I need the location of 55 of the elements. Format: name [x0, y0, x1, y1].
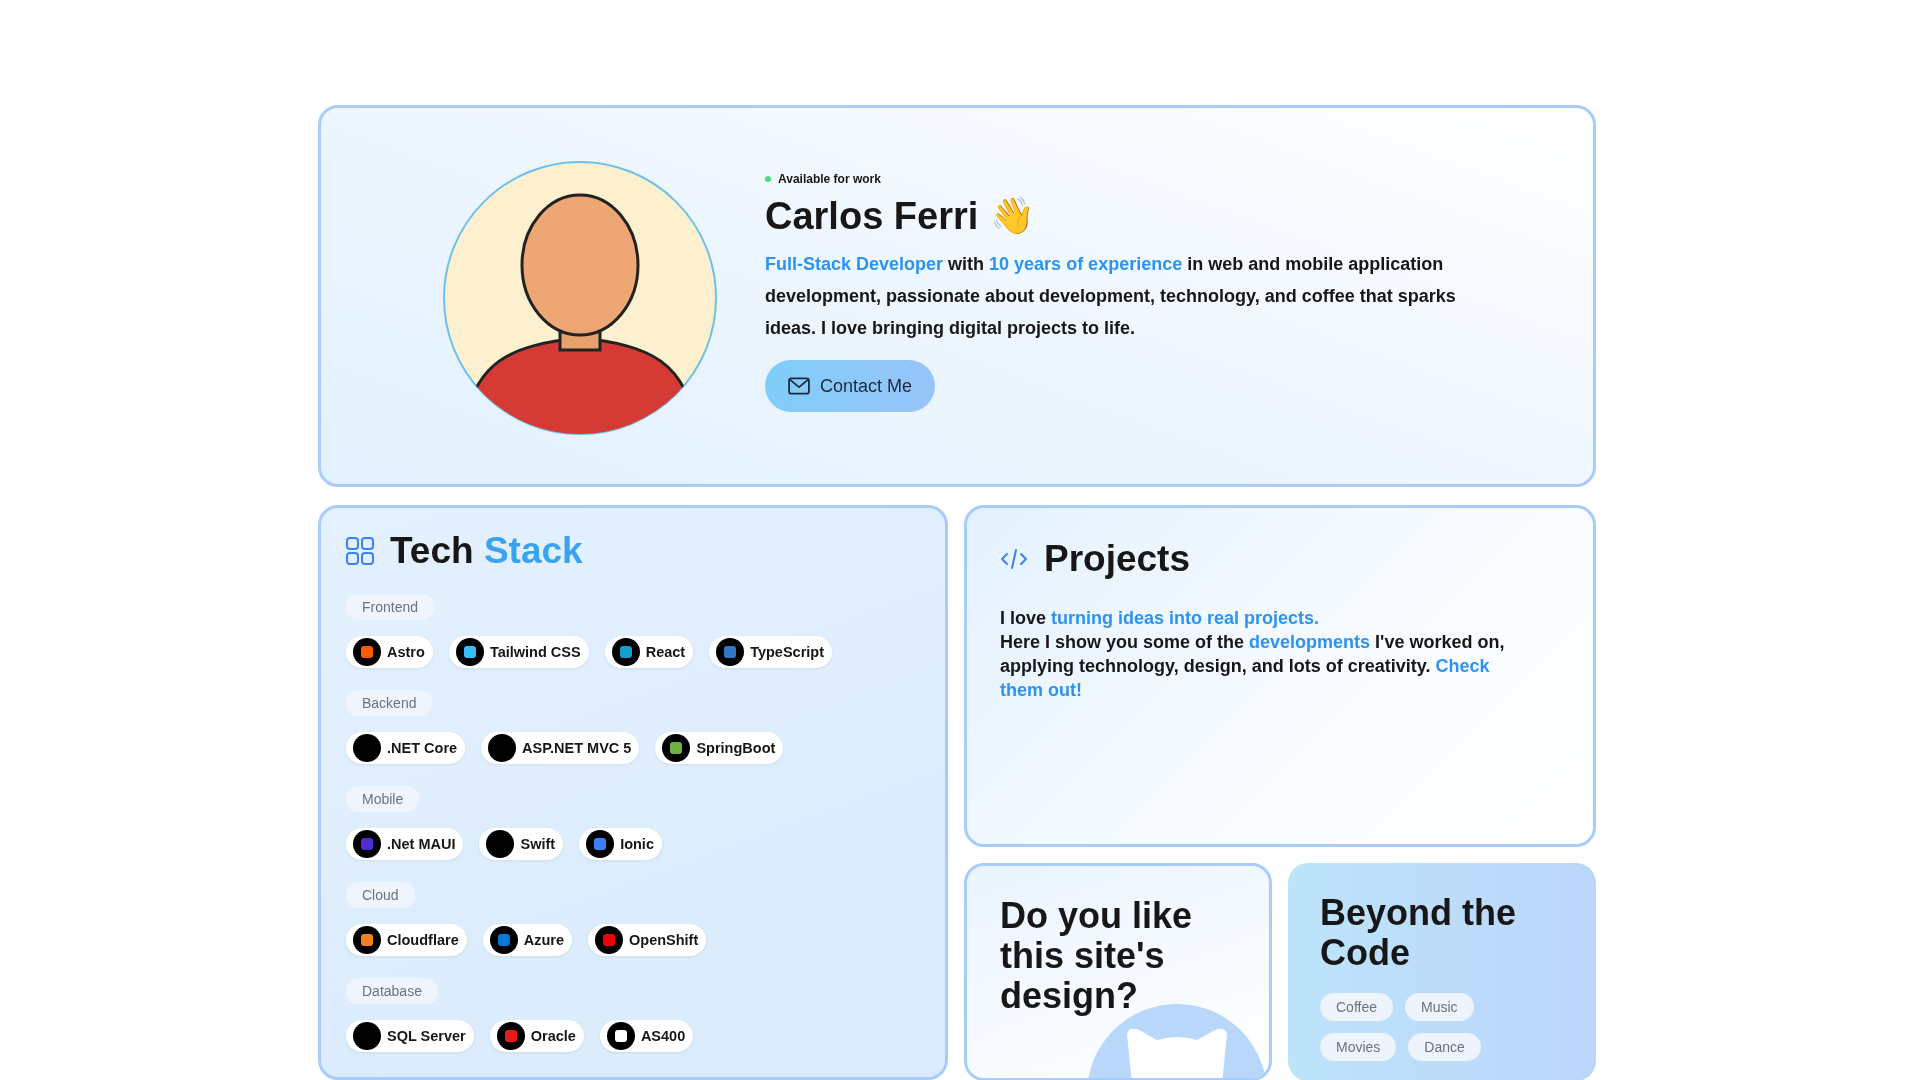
tech-chip: Tailwind CSS — [448, 636, 589, 668]
waving-hand-icon: 👋 — [990, 194, 1036, 238]
logo-icon — [488, 734, 517, 762]
tech-chip: SpringBoot — [655, 732, 784, 764]
category-label: Frontend — [346, 594, 435, 620]
beyond-title: Beyond the Code — [1320, 893, 1517, 973]
category-label: Backend — [346, 690, 433, 716]
tech-chip: ASP.NET MVC 5 — [481, 732, 640, 764]
category-label: Cloud — [346, 882, 415, 908]
tech-chip: React — [604, 636, 694, 668]
tech-chip: Swift — [479, 828, 564, 860]
logo-icon — [455, 638, 484, 666]
tech-chip: Cloudflare — [346, 924, 467, 956]
tech-chip: Azure — [482, 924, 572, 956]
logo-icon — [353, 830, 381, 858]
logo-icon — [662, 734, 691, 762]
logo-icon — [496, 1022, 525, 1050]
logo-icon — [353, 926, 381, 954]
tech-chip: OpenShift — [588, 924, 707, 956]
interest-tag: Dance — [1408, 1033, 1481, 1061]
bio-text: Full-Stack Developer with 10 years of experience in web and mobile application development, passionate about development, technology, and coffee that sparks ideas. I love bringing digital projects to life. — [765, 253, 1457, 340]
interest-tag: Music — [1405, 993, 1474, 1021]
logo-icon — [716, 638, 745, 666]
tech-chip: Oracle — [489, 1020, 584, 1052]
tech-chip: SQL Server — [346, 1020, 474, 1052]
interest-tag: Movies — [1320, 1033, 1397, 1061]
tech-chip: .Net MAUI — [346, 828, 464, 860]
tech-chip: .NET Core — [346, 732, 466, 764]
logo-icon — [606, 1022, 635, 1050]
design-question: Do you like this site's design? — [1000, 896, 1194, 1016]
mail-icon — [787, 377, 810, 395]
category-label: Mobile — [346, 786, 420, 812]
status-text: Available for work — [778, 172, 881, 186]
section-title: Tech Stack — [390, 530, 583, 572]
tech-chip: TypeScript — [709, 636, 832, 668]
code-icon — [1000, 548, 1028, 570]
status-dot — [765, 176, 771, 182]
projects-text: I love turning ideas into real projects. Here I show you some of the developments I've worked on, applying technology, design, and lots of creativity. Check them out! — [1000, 607, 1506, 702]
contact-button[interactable]: Contact Me — [765, 360, 935, 412]
person-name: Carlos Ferri — [765, 194, 979, 238]
logo-icon — [353, 638, 381, 666]
tech-chip: Ionic — [579, 828, 662, 860]
logo-icon — [611, 638, 640, 666]
grid-icon — [346, 537, 374, 565]
logo-icon — [486, 830, 515, 858]
logo-icon — [489, 926, 518, 954]
interest-tag: Coffee — [1320, 993, 1393, 1021]
category-label: Database — [346, 978, 438, 1004]
logo-icon — [353, 1022, 381, 1050]
tech-chip: Astro — [346, 636, 433, 668]
logo-icon — [586, 830, 615, 858]
section-title: Projects — [1044, 538, 1190, 580]
logo-icon — [595, 926, 623, 954]
logo-icon — [353, 734, 381, 762]
tech-chip: AS400 — [599, 1020, 694, 1052]
